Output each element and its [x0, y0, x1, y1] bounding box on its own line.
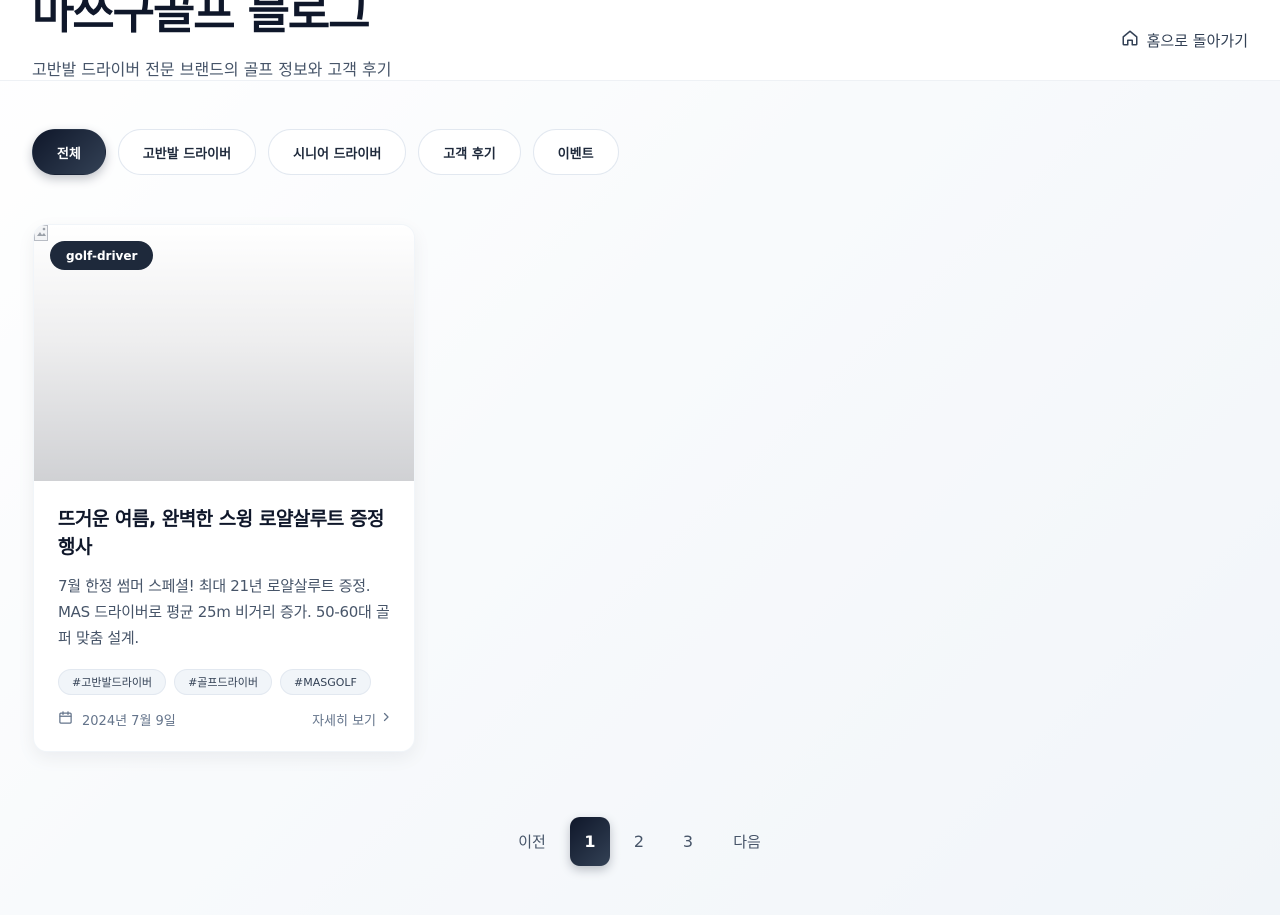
chevron-right-icon: [380, 711, 392, 727]
home-link[interactable]: 홈으로 돌아가기: [1121, 28, 1248, 52]
broken-image-icon: [34, 225, 50, 241]
pagination: 이전 1 2 3 다음: [507, 817, 772, 866]
post-tag[interactable]: #고반발드라이버: [58, 669, 167, 695]
pagination-prev-button[interactable]: 이전: [507, 817, 557, 866]
post-tags: #고반발드라이버 #골프드라이버 #MASGOLF: [58, 669, 394, 695]
post-thumbnail[interactable]: golf-driver: [34, 225, 414, 481]
read-more-label: 자세히 보기: [312, 713, 376, 729]
pagination-page-3[interactable]: 3: [668, 817, 708, 866]
page-header: 마쓰구골프 블로그 고반발 드라이버 전문 브랜드의 골프 정보와 고객 후기 …: [0, 0, 1280, 81]
category-high-rebound-driver[interactable]: 고반발 드라이버: [117, 129, 257, 175]
pagination-page-1[interactable]: 1: [570, 817, 610, 866]
post-date: 2024년 7월 9일: [58, 710, 176, 729]
post-excerpt: 7월 한정 썸머 스페셜! 최대 21년 로얄살루트 증정. MAS 드라이버로…: [58, 577, 390, 647]
post-date-text: 2024년 7월 9일: [82, 713, 176, 729]
pagination-next-button[interactable]: 다음: [722, 817, 772, 866]
post-tag[interactable]: #MASGOLF: [280, 669, 371, 695]
category-all[interactable]: 전체: [32, 129, 106, 175]
home-icon: [1121, 29, 1139, 51]
pagination-page-2[interactable]: 2: [619, 817, 659, 866]
category-customer-reviews[interactable]: 고객 후기: [418, 129, 521, 175]
page-title: 마쓰구골프 블로그: [32, 0, 371, 39]
read-more-link[interactable]: 자세히 보기: [312, 710, 392, 729]
category-senior-driver[interactable]: 시니어 드라이버: [268, 129, 407, 175]
home-link-label: 홈으로 돌아가기: [1146, 31, 1248, 50]
post-card[interactable]: golf-driver 뜨거운 여름, 완벽한 스윙 로얄살루트 증정 행사 7…: [33, 224, 415, 752]
post-title[interactable]: 뜨거운 여름, 완벽한 스윙 로얄살루트 증정 행사: [58, 505, 394, 561]
category-events[interactable]: 이벤트: [532, 129, 619, 175]
page-subtitle: 고반발 드라이버 전문 브랜드의 골프 정보와 고객 후기: [32, 60, 392, 79]
post-body: 뜨거운 여름, 완벽한 스윙 로얄살루트 증정 행사 7월 한정 썸머 스페셜!…: [58, 505, 394, 695]
calendar-icon: [58, 710, 73, 729]
post-category-badge: golf-driver: [50, 241, 154, 270]
post-footer: 2024년 7월 9일 자세히 보기: [58, 707, 392, 731]
post-tag[interactable]: #골프드라이버: [174, 669, 272, 695]
category-filter: 전체 고반발 드라이버 시니어 드라이버 고객 후기 이벤트: [32, 129, 619, 175]
